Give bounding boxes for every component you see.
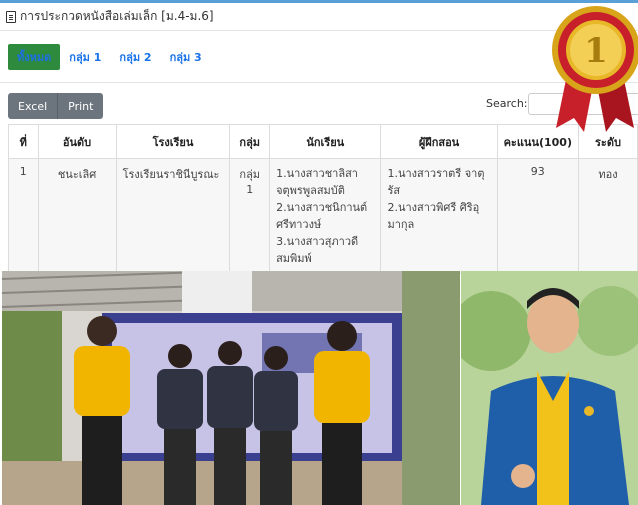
divider — [0, 82, 638, 83]
table-header-row: ที่ อันดับ โรงเรียน กลุ่ม นักเรียน ผู้ฝึ… — [8, 124, 638, 159]
student-name: 2.นางสาวชนิกานต์ ศรีทาวงษ์ — [276, 201, 368, 231]
student-name: 3.นางสาวสุภาวดี สมพิมพ์ — [276, 235, 359, 265]
document-icon — [6, 10, 16, 23]
first-place-medal-icon: 1 — [552, 0, 638, 132]
cell-rank: ชนะเลิศ — [37, 158, 117, 274]
search-label: Search: — [486, 97, 528, 110]
column-header-school[interactable]: โรงเรียน — [115, 124, 231, 159]
column-header-trainers[interactable]: ผู้ฝึกสอน — [380, 124, 498, 159]
group-photo — [2, 271, 460, 505]
export-buttons: Excel Print — [8, 93, 104, 119]
tab-group-1[interactable]: กลุ่ม 1 — [60, 44, 110, 70]
student-name: 1.นางสาวชาลิสา จตุพรพูลสมบัติ — [276, 167, 358, 197]
top-accent-line — [0, 0, 638, 3]
medal-graphic: 1 — [552, 6, 638, 132]
excel-button[interactable]: Excel — [8, 93, 59, 119]
column-header-rank[interactable]: อันดับ — [37, 124, 117, 159]
page-title-text: การประกวดหนังสือเล่มเล็ก [ม.4-ม.6] — [20, 9, 214, 23]
tab-all[interactable]: ทั้งหมด — [8, 44, 61, 70]
group-photo-illustration — [2, 271, 460, 505]
table-row: 1 ชนะเลิศ โรงเรียนราชินีบูรณะ กลุ่ม 1 1.… — [8, 158, 638, 274]
cell-no: 1 — [8, 158, 39, 274]
portrait-photo — [461, 271, 638, 505]
svg-text:1: 1 — [584, 31, 608, 71]
page-title: การประกวดหนังสือเล่มเล็ก [ม.4-ม.6] — [6, 7, 214, 26]
print-button[interactable]: Print — [58, 93, 104, 119]
divider — [0, 30, 638, 31]
cell-school: โรงเรียนราชินีบูรณะ — [115, 158, 231, 274]
cell-score: 93 — [496, 158, 580, 274]
tab-group-3[interactable]: กลุ่ม 3 — [161, 44, 211, 70]
results-table: ที่ อันดับ โรงเรียน กลุ่ม นักเรียน ผู้ฝึ… — [8, 124, 638, 274]
group-tabs: ทั้งหมด กลุ่ม 1 กลุ่ม 2 กลุ่ม 3 — [8, 44, 211, 70]
cell-level: ทอง — [578, 158, 638, 274]
trainer-name: 1.นางสาวราตรี จาตุรัส — [387, 167, 485, 197]
cell-group: กลุ่ม 1 — [229, 158, 271, 274]
column-header-no[interactable]: ที่ — [8, 124, 39, 159]
trainer-name: 2.นางสาวพิศรี ศิริอุมากุล — [387, 201, 480, 231]
tab-group-2[interactable]: กลุ่ม 2 — [110, 44, 160, 70]
cell-trainers: 1.นางสาวราตรี จาตุรัส 2.นางสาวพิศรี ศิริ… — [380, 158, 498, 274]
cell-students: 1.นางสาวชาลิสา จตุพรพูลสมบัติ 2.นางสาวชน… — [269, 158, 382, 274]
column-header-group[interactable]: กลุ่ม — [229, 124, 271, 159]
column-header-students[interactable]: นักเรียน — [269, 124, 382, 159]
portrait-photo-illustration — [461, 271, 638, 505]
